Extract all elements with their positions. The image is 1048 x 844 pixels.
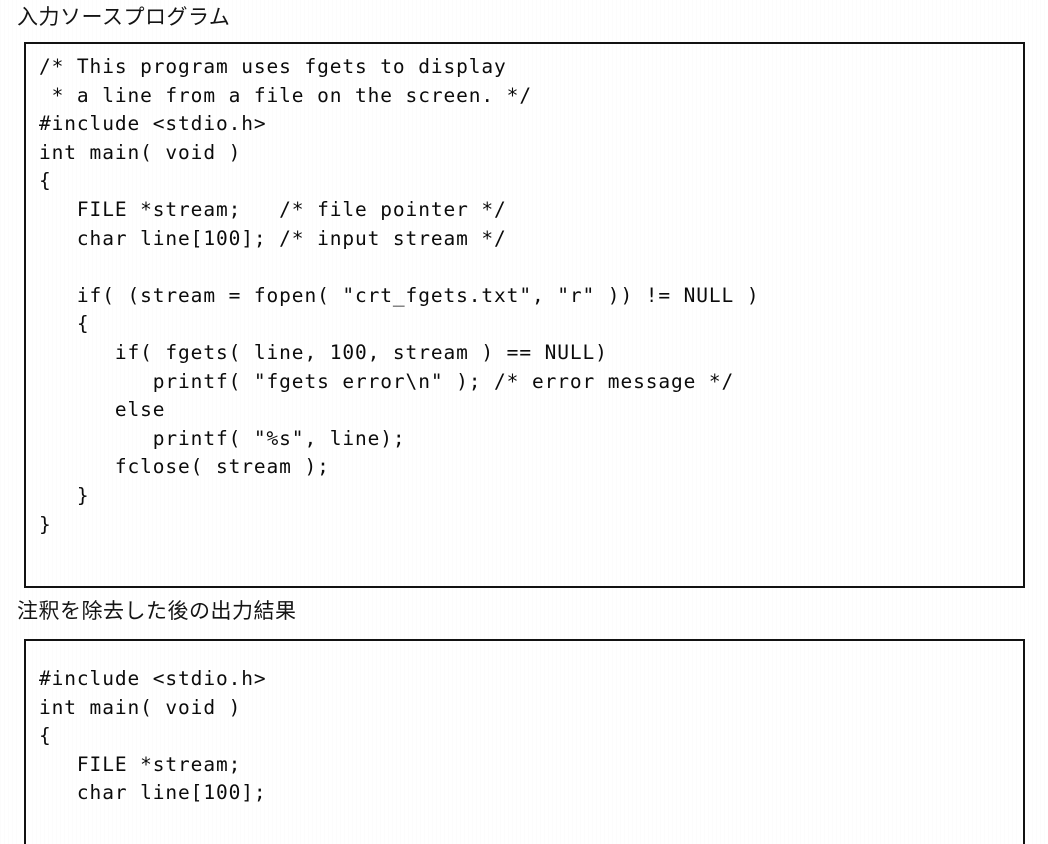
code-box-input-source: /* This program uses fgets to display * … — [24, 42, 1025, 588]
code-line: } — [39, 483, 90, 507]
code-line: int main( void ) — [39, 695, 242, 719]
scanned-document-page: 入力ソースプログラム /* This program uses fgets to… — [0, 0, 1048, 844]
code-line: FILE *stream; /* file pointer */ — [39, 197, 507, 221]
code-line: printf( "fgets error\n" ); /* error mess… — [39, 369, 735, 393]
code-line: /* This program uses fgets to display — [39, 55, 507, 78]
code-line: char line[100]; /* input stream */ — [39, 226, 507, 250]
code-line: char line[100]; — [39, 781, 267, 805]
code-line: * a line from a file on the screen. */ — [39, 83, 532, 107]
code-line: { — [39, 312, 90, 336]
code-line: { — [39, 724, 52, 748]
code-listing-output-result: #include <stdio.h> int main( void ) { FILE… — [39, 665, 267, 808]
code-line: #include <stdio.h> — [39, 112, 267, 136]
code-line: } — [39, 512, 52, 536]
code-line: { — [39, 169, 52, 193]
code-listing-input-source: /* This program uses fgets to display * … — [39, 53, 759, 539]
code-line: FILE *stream; — [39, 752, 242, 776]
code-line: fclose( stream ); — [39, 455, 330, 479]
code-line: if( (stream = fopen( "crt_fgets.txt", "r… — [39, 283, 760, 307]
code-line: else — [39, 398, 166, 422]
code-line: printf( "%s", line); — [39, 426, 406, 450]
code-box-output-result: #include <stdio.h> int main( void ) { FILE… — [24, 639, 1025, 844]
code-line: if( fgets( line, 100, stream ) == NULL) — [39, 340, 608, 364]
section-caption-input-source: 入力ソースプログラム — [17, 5, 231, 29]
code-line: #include <stdio.h> — [39, 667, 267, 690]
section-caption-output-result: 注釈を除去した後の出力結果 — [17, 599, 297, 623]
code-line: int main( void ) — [39, 140, 242, 164]
